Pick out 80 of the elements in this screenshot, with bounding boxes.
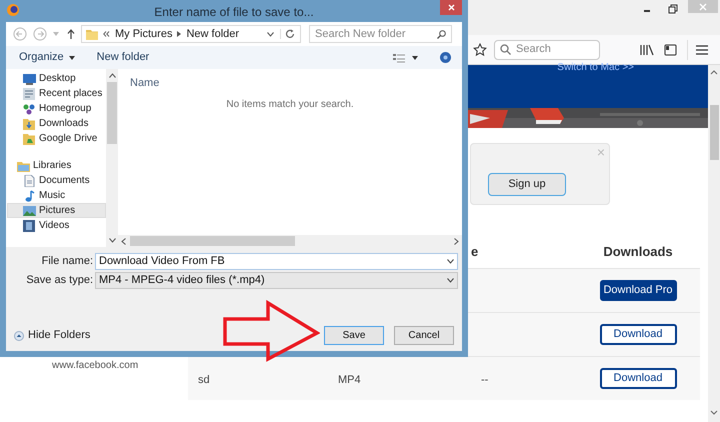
scroll-thumb[interactable] xyxy=(107,82,117,144)
table-cell: MP4 xyxy=(338,374,361,386)
recent-places-icon xyxy=(23,88,36,100)
search-icon xyxy=(437,30,446,38)
close-button[interactable] xyxy=(440,0,462,15)
address-bar[interactable]: My Pictures New folder xyxy=(81,25,301,43)
menu-icon[interactable] xyxy=(696,44,708,54)
field-label: Save as type: xyxy=(25,272,94,288)
breadcrumb[interactable]: My Pictures xyxy=(115,26,172,42)
scroll-up-icon[interactable] xyxy=(710,69,718,75)
nav-item[interactable]: Documents xyxy=(7,173,106,188)
scroll-right-icon[interactable] xyxy=(454,238,459,244)
dialog-button[interactable]: Save xyxy=(324,326,384,345)
library-icon[interactable] xyxy=(640,44,654,56)
music-note-icon xyxy=(23,190,36,202)
signup-button[interactable]: Sign up xyxy=(488,173,566,196)
dialog-button[interactable]: Cancel xyxy=(394,326,454,345)
nav-item[interactable]: Google Drive xyxy=(7,131,106,146)
file-type-dropdown[interactable]: MP4 - MPEG-4 video files (*.mp4) xyxy=(95,272,458,288)
chevron-right-icon xyxy=(177,31,182,37)
new-folder-button[interactable]: New folder xyxy=(96,49,150,66)
caret-icon[interactable] xyxy=(68,56,75,60)
refresh-icon[interactable] xyxy=(285,29,295,39)
column-header: e xyxy=(471,242,478,261)
dropdown-icon[interactable] xyxy=(267,32,274,36)
nav-item[interactable]: Videos xyxy=(7,218,106,233)
column-header: Downloads xyxy=(603,242,673,261)
nav-item[interactable]: Downloads xyxy=(7,116,106,131)
empty-message: No items match your search. xyxy=(225,98,355,112)
nav-item[interactable]: Music xyxy=(7,188,106,203)
nav-item[interactable]: Desktop xyxy=(7,71,106,86)
nav-item[interactable]: Libraries xyxy=(7,158,106,173)
scroll-up-icon[interactable] xyxy=(108,73,116,78)
scroll-thumb[interactable] xyxy=(710,105,718,160)
column-header[interactable]: Name xyxy=(130,75,160,92)
browser-logo-icon xyxy=(6,3,20,17)
star-icon[interactable] xyxy=(472,42,488,58)
site-url: www.facebook.com xyxy=(52,360,138,371)
library-icon xyxy=(17,160,30,172)
table-cell: -- xyxy=(481,374,488,386)
up-arrow-icon[interactable] xyxy=(67,29,75,39)
folder-icon xyxy=(86,28,98,40)
search-icon xyxy=(500,44,511,55)
organize-menu[interactable]: Organize xyxy=(19,49,75,66)
banner-link[interactable]: Switch to Mac >> xyxy=(557,63,634,108)
nav-item[interactable]: Recent places xyxy=(7,86,106,101)
table-cell: sd xyxy=(198,374,210,386)
breadcrumb[interactable]: New folder xyxy=(186,26,240,42)
download-button[interactable]: Download Pro xyxy=(600,280,676,301)
double-chevron-icon xyxy=(103,31,110,37)
monitor-icon xyxy=(23,72,36,84)
scroll-left-icon[interactable] xyxy=(121,238,126,244)
chevron-up-icon[interactable] xyxy=(14,330,24,340)
field-label: File name: xyxy=(40,254,94,269)
search-field[interactable]: Search xyxy=(494,40,600,60)
dropdown-icon[interactable] xyxy=(447,258,454,264)
nav-item[interactable]: Homegroup xyxy=(7,101,106,116)
document-icon xyxy=(23,174,36,186)
folder-icon xyxy=(23,118,36,130)
dropdown-icon[interactable] xyxy=(447,278,454,282)
hide-folders-button[interactable]: Hide Folders xyxy=(14,327,90,344)
search-field[interactable]: Search New folder xyxy=(309,25,452,43)
view-list-icon[interactable] xyxy=(393,52,405,62)
sidebar-icon[interactable] xyxy=(664,44,677,56)
film-icon xyxy=(23,220,36,232)
folder-icon xyxy=(23,132,36,144)
window-title: Enter name of file to save to... xyxy=(154,4,314,21)
help-icon[interactable] xyxy=(440,52,451,63)
file-name-field[interactable]: Download Video From FB xyxy=(95,252,458,270)
nav-item[interactable]: Pictures xyxy=(7,203,106,218)
download-button[interactable]: Download xyxy=(600,324,676,345)
network-icon xyxy=(23,102,36,114)
image-icon xyxy=(23,204,36,216)
restore-icon[interactable] xyxy=(668,4,678,14)
scroll-thumb[interactable] xyxy=(130,236,295,246)
caret-icon[interactable] xyxy=(412,56,418,60)
scroll-down-icon[interactable] xyxy=(710,410,718,416)
close-icon[interactable] xyxy=(448,4,454,11)
download-button[interactable]: Download xyxy=(600,368,676,389)
scroll-down-icon[interactable] xyxy=(108,238,116,243)
